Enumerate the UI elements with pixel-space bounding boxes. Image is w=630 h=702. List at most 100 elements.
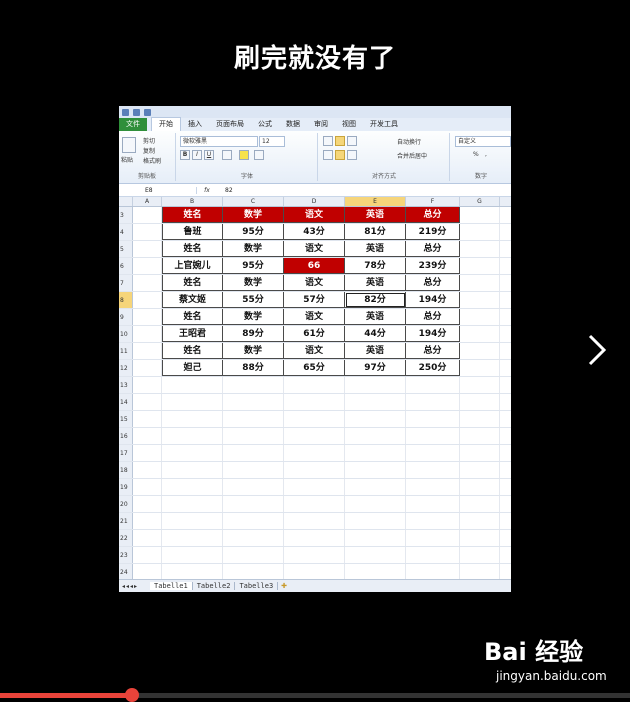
percent-button[interactable]: %: [473, 151, 479, 158]
row-header[interactable]: 24: [119, 564, 133, 580]
align-right-icon[interactable]: [347, 150, 357, 160]
cell[interactable]: [284, 428, 345, 444]
cell[interactable]: [460, 377, 500, 393]
row-header[interactable]: 8: [119, 292, 133, 308]
italic-button[interactable]: I: [192, 150, 202, 160]
format-painter-button[interactable]: 格式刷: [143, 156, 161, 165]
cell[interactable]: [406, 462, 460, 478]
wrap-text-button[interactable]: 自动换行: [397, 137, 421, 146]
row-header[interactable]: 22: [119, 530, 133, 546]
cell[interactable]: [162, 496, 223, 512]
row-header[interactable]: 18: [119, 462, 133, 478]
formula-input[interactable]: 82: [217, 187, 233, 194]
cell[interactable]: [284, 377, 345, 393]
cell[interactable]: [460, 445, 500, 461]
copy-button[interactable]: 复制: [143, 146, 155, 155]
tab-data[interactable]: 数据: [279, 118, 307, 131]
row-header[interactable]: 7: [119, 275, 133, 291]
row-header[interactable]: 19: [119, 479, 133, 495]
row-header[interactable]: 10: [119, 326, 133, 342]
table-cell[interactable]: 总分: [406, 343, 460, 359]
table-cell[interactable]: 65分: [284, 360, 345, 376]
table-cell[interactable]: 88分: [223, 360, 284, 376]
sheet-nav-arrows-icon[interactable]: ◂◂◂▸: [119, 583, 150, 590]
cell[interactable]: [133, 377, 162, 393]
cell[interactable]: [162, 547, 223, 563]
cell[interactable]: [162, 377, 223, 393]
table-cell[interactable]: 语文: [284, 343, 345, 359]
table-cell[interactable]: 66: [284, 258, 345, 274]
table-cell[interactable]: 89分: [223, 326, 284, 342]
cell[interactable]: [460, 547, 500, 563]
table-cell[interactable]: 78分: [345, 258, 406, 274]
cell[interactable]: [406, 547, 460, 563]
column-header[interactable]: B: [162, 197, 223, 206]
next-arrow-button[interactable]: [584, 330, 610, 370]
cell[interactable]: [284, 530, 345, 546]
cell[interactable]: [460, 411, 500, 427]
table-cell[interactable]: 95分: [223, 224, 284, 240]
table-header-cell[interactable]: 数学: [223, 207, 284, 223]
cell[interactable]: [345, 564, 406, 580]
table-cell[interactable]: 81分: [345, 224, 406, 240]
column-header[interactable]: D: [284, 197, 345, 206]
cell[interactable]: [460, 462, 500, 478]
cell[interactable]: [162, 411, 223, 427]
cell[interactable]: [133, 462, 162, 478]
table-cell[interactable]: 219分: [406, 224, 460, 240]
cell[interactable]: [406, 394, 460, 410]
column-header[interactable]: G: [460, 197, 500, 206]
cell[interactable]: [284, 445, 345, 461]
font-name-select[interactable]: 微软雅黑: [180, 136, 258, 147]
cell[interactable]: [284, 462, 345, 478]
cell[interactable]: [460, 343, 500, 359]
row-header[interactable]: 4: [119, 224, 133, 240]
cell[interactable]: [133, 258, 162, 274]
cell[interactable]: [133, 207, 162, 223]
sheet-tab[interactable]: Tabelle1: [150, 582, 193, 590]
cut-button[interactable]: 剪切: [143, 136, 155, 145]
cell[interactable]: [345, 462, 406, 478]
tab-insert[interactable]: 插入: [181, 118, 209, 131]
table-cell[interactable]: 姓名: [162, 275, 223, 291]
cell[interactable]: [460, 224, 500, 240]
number-format-select[interactable]: 自定义: [455, 136, 511, 147]
column-header[interactable]: E: [345, 197, 406, 206]
cell[interactable]: [223, 564, 284, 580]
row-header[interactable]: 17: [119, 445, 133, 461]
cell[interactable]: [284, 479, 345, 495]
column-header[interactable]: A: [133, 197, 162, 206]
cell[interactable]: [162, 530, 223, 546]
cell[interactable]: [223, 411, 284, 427]
cell[interactable]: [460, 496, 500, 512]
table-cell[interactable]: 语文: [284, 241, 345, 257]
cell[interactable]: [460, 564, 500, 580]
cell[interactable]: [345, 377, 406, 393]
table-cell[interactable]: 英语: [345, 275, 406, 291]
cell[interactable]: [133, 241, 162, 257]
row-header[interactable]: 15: [119, 411, 133, 427]
table-cell[interactable]: 姓名: [162, 241, 223, 257]
cell[interactable]: [133, 309, 162, 325]
row-header[interactable]: 3: [119, 207, 133, 223]
table-cell[interactable]: 250分: [406, 360, 460, 376]
cell[interactable]: [460, 530, 500, 546]
cell[interactable]: [406, 411, 460, 427]
cell[interactable]: [133, 292, 162, 308]
table-header-cell[interactable]: 英语: [345, 207, 406, 223]
cell[interactable]: [284, 411, 345, 427]
select-all-corner[interactable]: [119, 197, 133, 206]
cell[interactable]: [223, 377, 284, 393]
table-cell[interactable]: 数学: [223, 343, 284, 359]
cell[interactable]: [162, 513, 223, 529]
table-cell[interactable]: 语文: [284, 309, 345, 325]
redo-icon[interactable]: [144, 108, 151, 116]
cell[interactable]: [460, 207, 500, 223]
tab-formulas[interactable]: 公式: [251, 118, 279, 131]
cell[interactable]: [133, 479, 162, 495]
align-center-icon[interactable]: [335, 150, 345, 160]
cell[interactable]: [162, 479, 223, 495]
cell[interactable]: [460, 479, 500, 495]
table-cell[interactable]: 总分: [406, 241, 460, 257]
bold-button[interactable]: B: [180, 150, 190, 160]
